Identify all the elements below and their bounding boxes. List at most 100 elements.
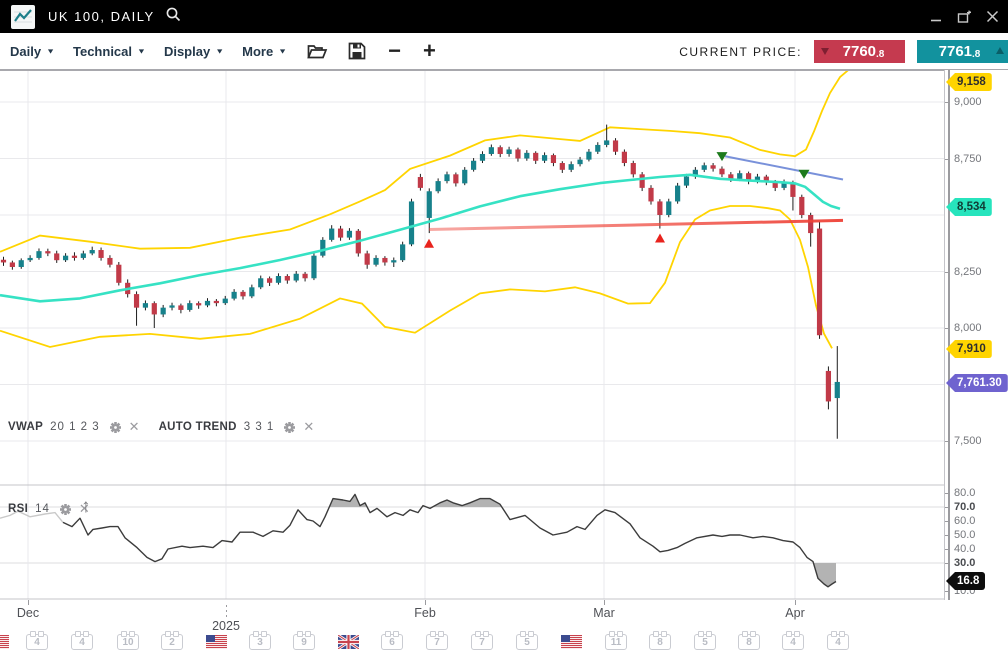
candle-body: [418, 177, 423, 188]
timeframe-menu[interactable]: Daily▼: [10, 44, 55, 59]
gear-icon[interactable]: [283, 421, 296, 434]
window-controls: [928, 0, 1000, 33]
close-button[interactable]: [984, 9, 1000, 25]
calendar-week-marker[interactable]: 6: [381, 634, 403, 650]
rsi-axis-label: 80.0: [954, 487, 975, 499]
price-axis-label: 7,500: [954, 435, 982, 447]
axis-tick: [945, 159, 949, 160]
candle-body: [107, 258, 112, 265]
arrow-up-icon: [996, 47, 1004, 54]
price-chart-canvas[interactable]: [0, 70, 945, 600]
remove-indicator-icon[interactable]: ✕: [129, 419, 140, 435]
chart-area: VWAP 20 1 2 3 ✕ AUTO TREND 3 3 1 ✕ RSI 1…: [0, 70, 1008, 600]
price-axis[interactable]: 9,0008,7508,2508,0007,50080.070.060.050.…: [945, 70, 1008, 600]
calendar-week-marker[interactable]: 7: [426, 634, 448, 650]
axis-tick: [945, 563, 949, 564]
calendar-week-marker[interactable]: 5: [694, 634, 716, 650]
rsi-axis-label: 30.0: [954, 557, 975, 569]
yellow-price-badge[interactable]: 9,158: [946, 73, 992, 91]
calendar-week-marker[interactable]: 9: [293, 634, 315, 650]
search-icon[interactable]: [165, 6, 182, 28]
black-price-badge[interactable]: 16.8: [946, 572, 985, 590]
vwap-legend: VWAP 20 1 2 3 ✕ AUTO TREND 3 3 1 ✕: [8, 419, 314, 435]
us-flag-icon[interactable]: [561, 635, 582, 649]
chevron-down-icon: ▼: [215, 47, 224, 55]
gear-icon[interactable]: [109, 421, 122, 434]
candle-body: [436, 181, 441, 191]
rsi-oversold-fill: [0, 494, 836, 586]
candle-body: [373, 258, 378, 265]
candle-body: [81, 253, 86, 258]
rsi-line: [63, 494, 836, 586]
candle-body: [90, 250, 95, 253]
calendar-week-marker[interactable]: 4: [827, 634, 849, 650]
sell-price-value: 7760: [843, 43, 876, 60]
calendar-week-marker[interactable]: 4: [71, 634, 93, 650]
calendar-week-marker[interactable]: 3: [249, 634, 271, 650]
current-price-label: CURRENT PRICE:: [679, 45, 802, 59]
candle-body: [161, 308, 166, 315]
candle-body: [365, 253, 370, 264]
time-axis[interactable]: DecFebMarApr2025441023967751185844: [0, 600, 1008, 652]
chevron-down-icon: ▼: [137, 47, 146, 55]
axis-tick: [945, 507, 949, 508]
sell-price-badge[interactable]: 7760.8: [814, 40, 905, 63]
candle-body: [577, 160, 582, 165]
purple-price-badge[interactable]: 7,761.30: [946, 374, 1008, 392]
arrow-down-icon: [821, 48, 829, 55]
axis-tick: [945, 102, 949, 103]
candle-body: [569, 164, 574, 170]
calendar-week-marker[interactable]: 2: [161, 634, 183, 650]
candle-body: [98, 250, 103, 258]
candle-body: [152, 303, 157, 314]
autotrend-legend-label: AUTO TREND: [159, 421, 237, 433]
autotrend-legend-params: 3 3 1: [244, 421, 275, 433]
price-axis-label: 8,250: [954, 266, 982, 278]
technical-menu[interactable]: Technical▼: [73, 44, 146, 59]
candle-body: [347, 231, 352, 238]
yellow-price-badge[interactable]: 7,910: [946, 340, 992, 358]
open-folder-icon[interactable]: [307, 43, 328, 60]
minimize-button[interactable]: [928, 9, 944, 25]
candle-body: [134, 294, 139, 308]
calendar-week-marker[interactable]: 10: [117, 634, 139, 650]
us-flag-icon[interactable]: [206, 635, 227, 649]
candle-body: [54, 253, 59, 260]
gear-icon[interactable]: [59, 503, 72, 516]
candle-body: [1, 260, 6, 263]
calendar-week-marker[interactable]: 7: [471, 634, 493, 650]
candle-body: [72, 256, 77, 258]
popout-button[interactable]: [956, 9, 972, 25]
calendar-week-marker[interactable]: 5: [516, 634, 538, 650]
buy-price-badge[interactable]: 7761.8: [917, 40, 1008, 63]
zoom-in-button[interactable]: +: [423, 46, 436, 56]
chart-toolbar: Daily▼ Technical▼ Display▼ More▼ − + CUR…: [0, 33, 1008, 70]
zoom-out-button[interactable]: −: [388, 46, 401, 56]
rsi-overbought-fill: [0, 494, 836, 586]
rsi-axis-label: 50.0: [954, 529, 975, 541]
month-tick: [604, 600, 605, 605]
candle-body: [648, 188, 653, 202]
calendar-week-marker[interactable]: 8: [738, 634, 760, 650]
candle-body: [285, 276, 290, 281]
auto-trend-support-line[interactable]: [429, 220, 843, 229]
rsi-axis-label: 70.0: [954, 501, 975, 513]
candle-body: [640, 174, 645, 188]
calendar-week-marker[interactable]: 4: [26, 634, 48, 650]
annotation-up-arrow[interactable]: ↑: [81, 496, 91, 518]
more-menu[interactable]: More▼: [242, 44, 287, 59]
candle-body: [489, 147, 494, 154]
display-menu[interactable]: Display▼: [164, 44, 224, 59]
us-flag-icon[interactable]: [0, 635, 9, 649]
auto-trend-resistance-line[interactable]: [725, 156, 843, 179]
cyan-price-badge[interactable]: 8,534: [946, 198, 992, 216]
calendar-week-marker[interactable]: 4: [782, 634, 804, 650]
current-price-panel: CURRENT PRICE: 7760.8 7761.8: [679, 33, 1008, 70]
uk-flag-icon[interactable]: [338, 635, 359, 649]
candle-body: [480, 154, 485, 161]
calendar-week-marker[interactable]: 11: [605, 634, 627, 650]
save-icon[interactable]: [348, 42, 366, 60]
calendar-week-marker[interactable]: 8: [649, 634, 671, 650]
candle-body: [240, 292, 245, 297]
remove-indicator-icon[interactable]: ✕: [303, 419, 314, 435]
